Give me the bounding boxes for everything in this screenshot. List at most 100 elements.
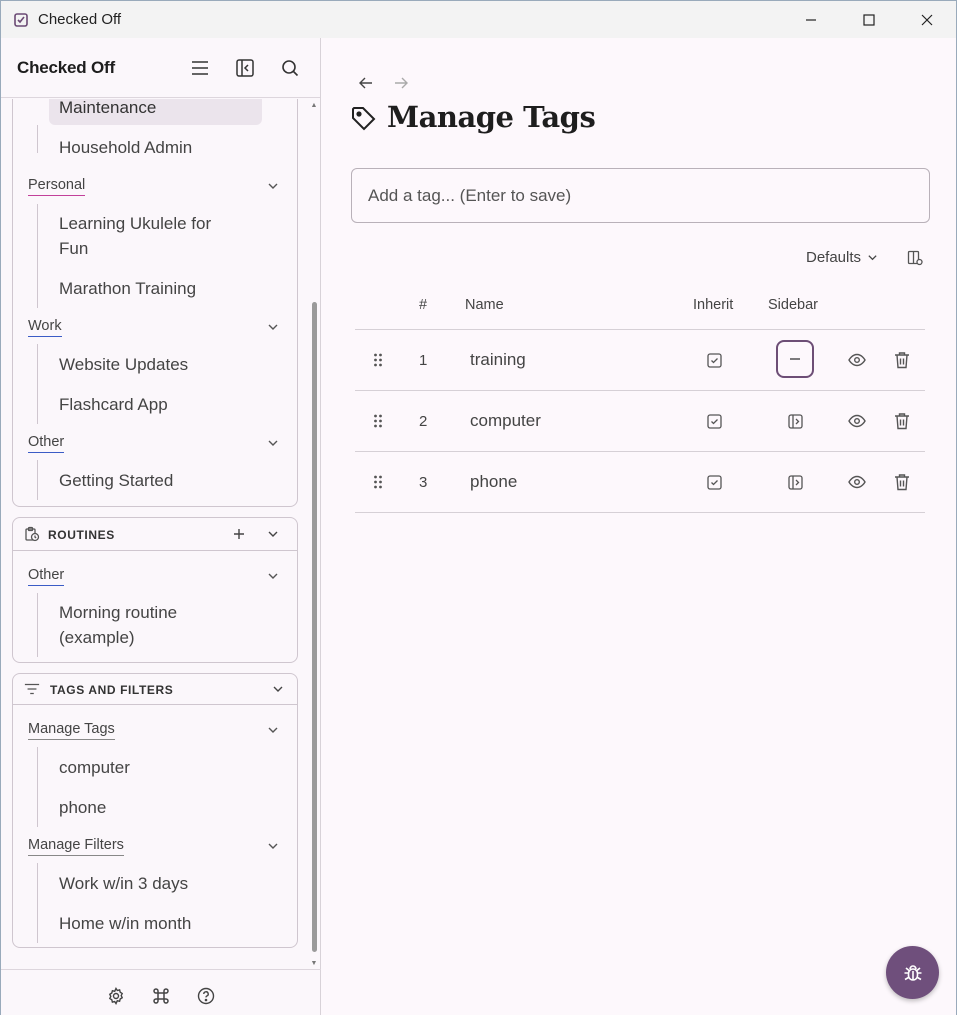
column-header-number: # [419,297,428,313]
chevron-down-icon[interactable] [267,180,281,194]
eye-icon[interactable] [848,473,866,491]
group-routines-other[interactable]: Other [28,567,65,586]
tag-name[interactable]: computer [470,411,541,431]
menu-icon[interactable] [190,58,210,78]
bug-report-button[interactable] [886,946,939,999]
sidebar-panel-icon[interactable] [786,412,804,430]
main-content: Manage Tags Defaults # Name Inherit Side… [321,38,957,1015]
column-settings-icon[interactable] [907,250,923,266]
group-work[interactable]: Work [28,318,62,337]
tree-line [37,125,38,153]
trash-icon[interactable] [893,412,911,430]
tags-filters-label: TAGS AND FILTERS [50,683,174,697]
row-number: 3 [419,474,428,491]
scrollbar-thumb[interactable] [312,302,317,952]
sidebar-item-filter-work[interactable]: Work w/in 3 days [59,871,188,896]
collapse-sidebar-icon[interactable] [235,58,255,78]
sidebar-app-title: Checked Off [17,58,115,77]
sidebar: Checked Off Maintenance Household Admin … [0,38,321,1015]
sidebar-item-filter-home[interactable]: Home w/in month [59,911,191,936]
chevron-down-icon[interactable] [267,437,281,451]
defaults-dropdown[interactable]: Defaults [806,249,878,266]
sidebar-scrollbar[interactable]: ▲ ▼ [310,102,318,968]
chevron-down-icon[interactable] [267,570,281,584]
sidebar-item-tag-phone[interactable]: phone [59,795,106,820]
table-divider [355,451,925,452]
tree-line [37,863,38,943]
tags-filters-panel: TAGS AND FILTERS Manage Tags computer ph… [12,673,298,948]
maximize-button[interactable] [840,1,898,39]
group-manage-tags[interactable]: Manage Tags [28,721,115,740]
eye-icon[interactable] [848,351,866,369]
table-divider [355,329,925,330]
group-personal[interactable]: Personal [28,177,86,196]
scroll-up-arrow-icon[interactable]: ▲ [310,102,318,110]
drag-handle-icon[interactable] [369,473,387,491]
inherit-checkbox-icon[interactable] [705,412,723,430]
tree-line [37,460,38,500]
defaults-label: Defaults [806,249,862,266]
trash-icon[interactable] [893,351,911,369]
sidebar-item-marathon[interactable]: Marathon Training [59,276,196,301]
chevron-down-icon[interactable] [267,840,281,854]
sidebar-item-ukulele[interactable]: Learning Ukulele for [59,211,211,236]
sidebar-item-website-updates[interactable]: Website Updates [59,352,188,377]
forward-arrow-icon[interactable] [394,76,410,92]
minimize-icon [806,19,816,21]
drag-handle-icon[interactable] [369,412,387,430]
group-manage-filters[interactable]: Manage Filters [28,837,124,856]
sidebar-item-morning-routine-line2[interactable]: (example) [59,625,135,650]
sidebar-header: Checked Off [1,38,320,98]
group-other[interactable]: Other [28,434,65,453]
column-header-name[interactable]: Name [465,297,504,313]
tags-filters-header[interactable]: TAGS AND FILTERS [13,674,297,705]
sidebar-toggle-button[interactable] [776,340,814,378]
routines-panel: ROUTINES Other Morning routine (example) [12,517,298,663]
table-divider [355,512,925,513]
sidebar-item-morning-routine[interactable]: Morning routine [59,600,177,625]
sidebar-item-flashcard-app[interactable]: Flashcard App [59,392,168,417]
add-routine-plus-icon[interactable] [231,526,247,542]
add-tag-input[interactable] [351,168,930,223]
inherit-checkbox-icon[interactable] [705,351,723,369]
drag-handle-icon[interactable] [369,351,387,369]
checkbox-app-icon [13,12,29,28]
sidebar-item-tag-computer[interactable]: computer [59,755,130,780]
sidebar-panel-icon[interactable] [786,473,804,491]
command-icon[interactable] [151,986,171,1006]
routines-label: ROUTINES [48,528,115,542]
chevron-down-icon[interactable] [267,724,281,738]
minus-icon [790,358,800,360]
inherit-checkbox-icon[interactable] [705,473,723,491]
minimize-button[interactable] [782,1,840,39]
sidebar-scroll-area[interactable]: Maintenance Household Admin Personal Lea… [1,99,321,969]
chevron-down-icon[interactable] [265,526,281,542]
eye-icon[interactable] [848,412,866,430]
tree-line [37,344,38,424]
close-button[interactable] [898,1,956,39]
sidebar-footer [1,969,321,1015]
page-title: Manage Tags [387,100,596,134]
help-icon[interactable] [196,986,216,1006]
tag-name[interactable]: phone [470,472,517,492]
chevron-down-icon[interactable] [270,681,286,697]
search-icon[interactable] [280,58,300,78]
sidebar-item-maintenance[interactable]: Maintenance [59,99,156,120]
tree-line [37,593,38,657]
gear-icon[interactable] [106,986,126,1006]
column-header-inherit: Inherit [693,297,734,313]
tree-line [37,747,38,827]
back-arrow-icon[interactable] [359,76,375,92]
routines-header[interactable]: ROUTINES [13,518,297,551]
trash-icon[interactable] [893,473,911,491]
chevron-down-icon[interactable] [267,321,281,335]
scroll-down-arrow-icon[interactable]: ▼ [310,960,318,968]
sidebar-item-getting-started[interactable]: Getting Started [59,468,173,493]
sidebar-item-ukulele-line2[interactable]: Fun [59,236,88,261]
close-icon [921,14,933,26]
tag-name[interactable]: training [470,350,526,370]
tag-icon [351,106,377,132]
sidebar-item-household-admin[interactable]: Household Admin [59,135,192,160]
row-number: 1 [419,352,428,369]
table-divider [355,390,925,391]
